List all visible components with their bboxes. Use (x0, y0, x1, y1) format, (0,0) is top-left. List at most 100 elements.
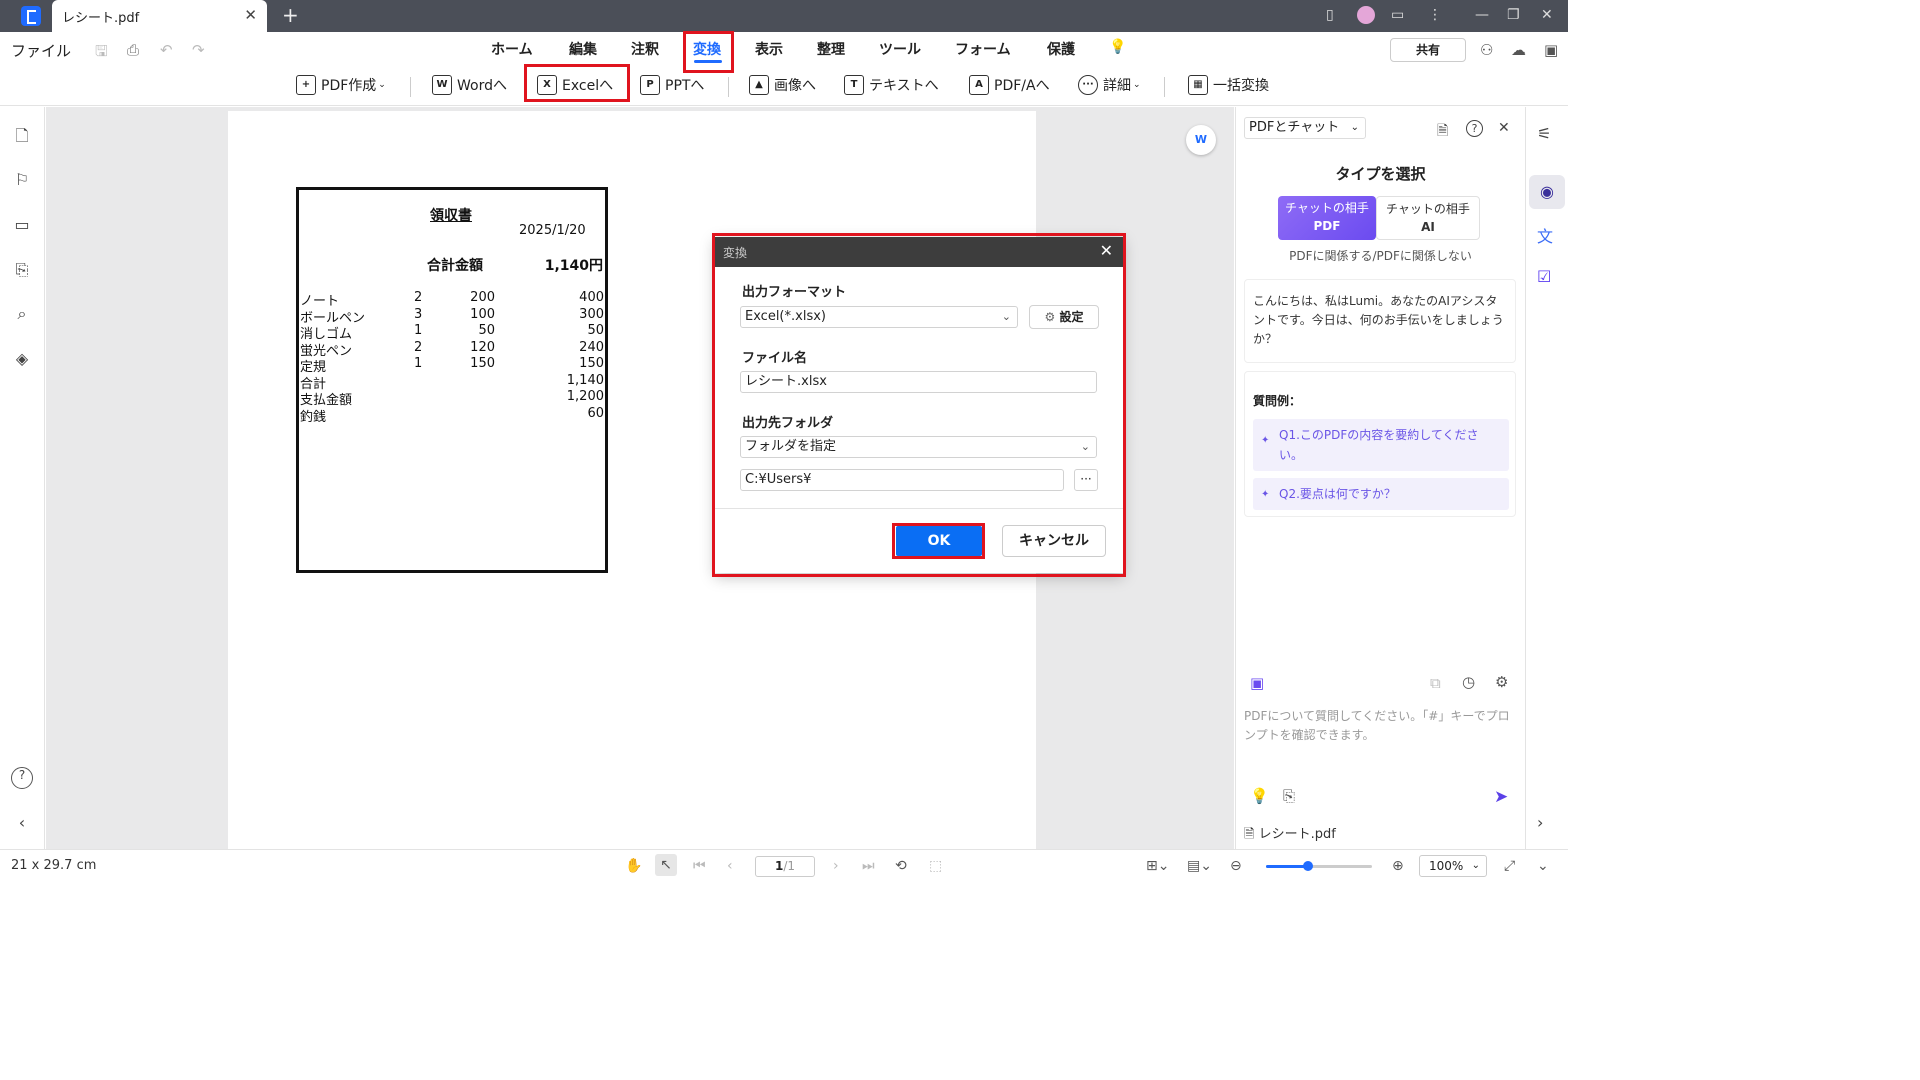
expand-right-icon[interactable]: › (1537, 813, 1543, 832)
chat-input[interactable]: PDFについて質問してください。「#」キーでプロンプトを確認できます。 (1244, 707, 1516, 745)
menu-form[interactable]: フォーム (955, 39, 1011, 59)
cloud-upload-icon[interactable]: ☁ (1511, 41, 1526, 59)
settings-button[interactable]: ⚙ 設定 (1029, 305, 1099, 329)
to-word-button[interactable]: W Wordへ (432, 71, 507, 99)
device-icon[interactable]: ▯ (1326, 7, 1334, 23)
to-excel-button[interactable]: X Excelへ (537, 71, 613, 99)
scroll-mode-icon[interactable]: ▤⌄ (1187, 858, 1212, 874)
print-icon[interactable]: ⎙ (127, 41, 139, 59)
example-question-1[interactable]: ✦ Q1.このPDFの内容を要約してください。 (1253, 419, 1509, 471)
collapse-left-icon[interactable]: ‹ (13, 813, 31, 832)
page-layout-icon[interactable]: ⊞⌄ (1146, 858, 1169, 874)
menu-annotate[interactable]: 注釈 (631, 39, 659, 59)
zoom-select[interactable]: 100% ⌄ (1419, 855, 1487, 877)
chat-type-ai-button[interactable]: チャットの相手 AI (1376, 196, 1480, 240)
gear-icon: ⚙ (1044, 310, 1056, 324)
file-menu[interactable]: ファイル (11, 40, 71, 61)
examples-title: 質問例： (1253, 394, 1302, 408)
browse-folder-button[interactable]: ··· (1074, 469, 1098, 491)
to-text-button[interactable]: T テキストへ (844, 71, 939, 99)
share-button[interactable]: 共有 (1390, 38, 1466, 62)
batch-convert-button[interactable]: ▦ 一括変換 (1188, 71, 1269, 99)
menu-convert[interactable]: 変換 (693, 39, 721, 59)
translate-icon[interactable]: 文 (1537, 223, 1553, 247)
next-page-icon[interactable]: › (833, 858, 839, 874)
help-icon[interactable]: ? (1466, 120, 1483, 137)
lightbulb-icon[interactable]: 💡 (1109, 39, 1126, 55)
new-tab-icon[interactable]: + (282, 3, 299, 27)
close-panel-icon[interactable]: ✕ (1498, 120, 1510, 136)
close-tab-icon[interactable]: ✕ (244, 6, 257, 24)
details-button[interactable]: ··· 詳細 ⌄ (1078, 71, 1141, 99)
history-icon[interactable]: ◷ (1462, 673, 1475, 691)
panel-toggle-icon[interactable]: ▣ (1544, 41, 1558, 59)
zoom-slider[interactable] (1266, 861, 1372, 871)
rotate-icon[interactable]: ⟲ (895, 858, 907, 874)
ai-assistant-icon[interactable]: ◉ (1529, 175, 1565, 209)
connect-icon[interactable]: ⚇ (1480, 41, 1493, 59)
menu-edit[interactable]: 編集 (569, 39, 597, 59)
select-tool-icon[interactable]: ↖ (655, 854, 677, 876)
attachment-icon[interactable]: ⎘ (13, 260, 31, 279)
page-number-input[interactable]: 1/1 (755, 856, 815, 877)
menu-home[interactable]: ホーム (491, 39, 533, 59)
document-tab[interactable]: レシート.pdf ✕ (52, 0, 267, 32)
comment-icon[interactable]: ▭ (13, 215, 31, 234)
first-page-icon[interactable]: ⏮ (693, 858, 706, 874)
output-format-select[interactable]: Excel(*.xlsx) ⌄ (740, 306, 1018, 328)
more-options-icon[interactable]: ⋮ (1428, 7, 1442, 23)
menu-organize[interactable]: 整理 (817, 39, 845, 59)
undo-icon[interactable]: ↶ (160, 41, 173, 59)
zoom-out-icon[interactable]: ⊖ (1230, 858, 1242, 874)
prev-page-icon[interactable]: ‹ (727, 858, 733, 874)
ocr-translate-icon[interactable]: W (1186, 125, 1216, 155)
feedback-icon[interactable]: ▭ (1391, 7, 1404, 23)
minimize-icon[interactable]: — (1475, 7, 1489, 23)
fit-page-icon[interactable]: ⬚ (929, 858, 942, 874)
menu-tools[interactable]: ツール (879, 39, 921, 59)
avatar[interactable] (1357, 6, 1375, 24)
new-chat-icon[interactable]: ⧉ (1430, 674, 1441, 692)
ai-check-icon[interactable]: ☑ (1537, 267, 1551, 286)
example-question-2[interactable]: ✦ Q2.要点は何ですか？ (1253, 478, 1509, 510)
layers-icon[interactable]: ◈ (13, 349, 31, 368)
folder-mode-select[interactable]: フォルダを指定 ⌄ (740, 436, 1097, 458)
menu-view[interactable]: 表示 (755, 39, 783, 59)
send-icon[interactable]: ➤ (1494, 787, 1508, 807)
page-icon[interactable]: 🗋 (13, 125, 31, 145)
restore-icon[interactable]: ❐ (1507, 7, 1520, 23)
dialog-close-icon[interactable]: ✕ (1100, 241, 1113, 260)
fullscreen-icon[interactable]: ⤢ (1504, 858, 1515, 874)
search-icon[interactable]: ⌕ (13, 304, 31, 323)
hand-tool-icon[interactable]: ✋ (625, 858, 642, 874)
to-excel-label: Excelへ (562, 78, 614, 94)
create-pdf-button[interactable]: + PDF作成 ⌄ (296, 71, 386, 99)
idea-icon[interactable]: 💡 (1250, 787, 1269, 805)
to-pdfa-button[interactable]: A PDF/Aへ (969, 71, 1050, 99)
collapse-statusbar-icon[interactable]: ⌄ (1537, 858, 1549, 874)
save-icon[interactable]: 🖫 (95, 41, 108, 66)
folder-path-input[interactable]: C:¥Users¥ (740, 469, 1064, 491)
attach-icon[interactable]: ⎘ (1283, 787, 1295, 805)
close-window-icon[interactable]: ✕ (1541, 7, 1553, 23)
to-image-button[interactable]: ▲ 画像へ (749, 71, 816, 99)
prompt-library-icon[interactable]: ▣ (1250, 674, 1264, 692)
redo-icon[interactable]: ↷ (192, 41, 205, 59)
bookmark-icon[interactable]: ⚐ (13, 170, 31, 189)
filename-input[interactable]: レシート.xlsx (740, 371, 1097, 393)
chat-settings-icon[interactable]: ⚙ (1495, 673, 1508, 691)
zoom-in-icon[interactable]: ⊕ (1392, 858, 1404, 874)
zoom-value: 100% (1429, 859, 1464, 873)
menu-protect[interactable]: 保護 (1047, 39, 1075, 59)
ok-button[interactable]: OK (896, 526, 982, 556)
last-page-icon[interactable]: ⏭ (862, 858, 875, 874)
chat-mode-select[interactable]: PDFとチャット ⌄ (1244, 117, 1366, 139)
chat-type-pdf-button[interactable]: チャットの相手 PDF (1278, 196, 1376, 240)
zoom-slider-handle[interactable] (1303, 861, 1314, 871)
properties-icon[interactable]: ⚟ (1537, 124, 1551, 143)
help-icon[interactable]: ? (11, 767, 33, 789)
summary-icon[interactable]: 🗎 (1437, 120, 1448, 144)
to-ppt-button[interactable]: P PPTへ (640, 71, 704, 99)
item-qty: 2 (414, 290, 423, 305)
cancel-button[interactable]: キャンセル (1002, 525, 1106, 557)
